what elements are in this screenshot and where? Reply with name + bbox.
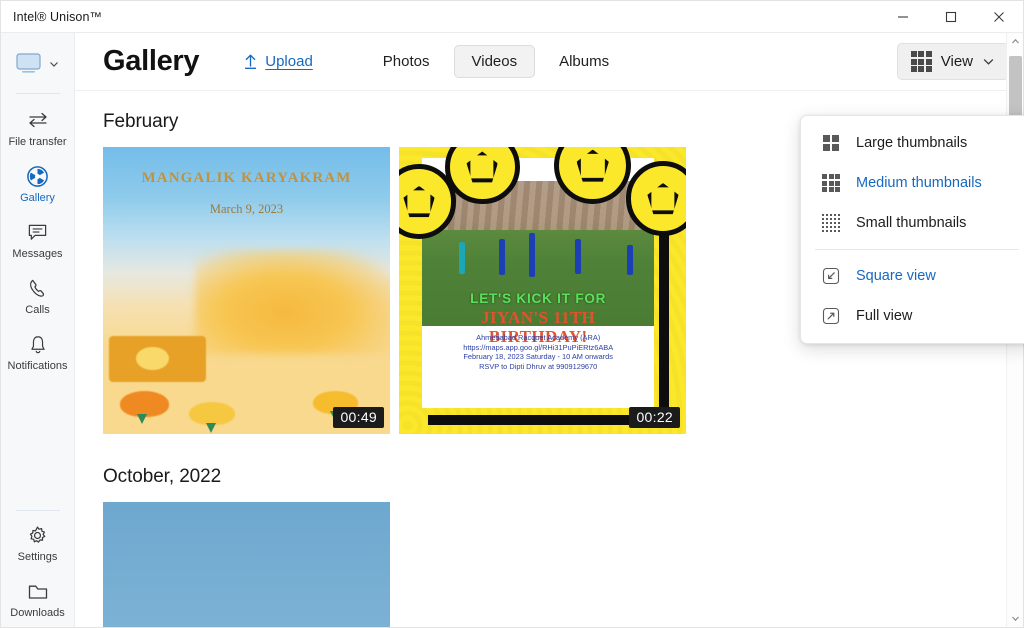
menu-item-medium-thumbnails[interactable]: Medium thumbnails xyxy=(801,163,1024,203)
menu-item-square-view[interactable]: Square view xyxy=(801,256,1024,296)
upload-label: Upload xyxy=(265,53,313,70)
expand-arrow-icon xyxy=(821,306,841,326)
video-thumbnail[interactable] xyxy=(103,502,390,627)
sidebar-item-label: Downloads xyxy=(10,607,65,619)
sidebar-item-file-transfer[interactable]: File transfer xyxy=(1,100,74,156)
maximize-button[interactable] xyxy=(927,1,975,33)
collapse-arrow-icon xyxy=(821,266,841,286)
window-controls xyxy=(879,1,1023,33)
invitation-birthday-line1: JIYAN'S 11TH xyxy=(481,308,596,328)
sidebar-item-label: Calls xyxy=(25,304,50,316)
thumbnail-overlay-title: MANGALIK KARYAKRAM xyxy=(141,169,352,186)
grid-3x3-icon xyxy=(910,51,932,72)
tab-albums[interactable]: Albums xyxy=(541,45,627,78)
upload-icon xyxy=(245,54,257,69)
app-title: Intel® Unison™ xyxy=(13,9,103,24)
page-title: Gallery xyxy=(103,45,200,77)
thumbnail-overlay-date: March 9, 2023 xyxy=(209,201,284,216)
scroll-up-button[interactable] xyxy=(1007,33,1024,50)
sidebar-item-messages[interactable]: Messages xyxy=(1,212,74,268)
sidebar-item-label: File transfer xyxy=(8,136,67,148)
page-header: Gallery Upload Photos Videos Albums View xyxy=(75,33,1023,91)
decorative-player xyxy=(626,244,633,276)
calls-icon xyxy=(27,276,48,300)
sidebar-item-gallery[interactable]: Gallery xyxy=(1,156,74,212)
chevron-down-icon xyxy=(983,59,994,65)
decorative-leaf xyxy=(137,413,148,424)
section-title: October, 2022 xyxy=(103,466,222,487)
decorative-player xyxy=(528,233,535,277)
scroll-down-button[interactable] xyxy=(1007,610,1024,627)
invitation-info: Ahmedabad Racquet Academy (ARA) https://… xyxy=(422,333,654,371)
menu-item-label: Full view xyxy=(856,308,913,324)
sidebar-divider-top xyxy=(15,93,60,94)
sidebar-item-calls[interactable]: Calls xyxy=(1,268,74,324)
menu-item-full-view[interactable]: Full view xyxy=(801,296,1024,336)
tab-videos[interactable]: Videos xyxy=(453,45,536,78)
invitation-info-line3: February 18, 2023 Saturday - 10 AM onwar… xyxy=(463,352,613,362)
chevron-down-icon xyxy=(50,62,58,67)
menu-item-label: Small thumbnails xyxy=(856,215,967,231)
messages-icon xyxy=(27,220,48,244)
thumbnail-grid xyxy=(103,502,1023,627)
sidebar-item-label: Gallery xyxy=(20,192,55,204)
menu-divider xyxy=(815,249,1019,250)
upload-button[interactable]: Upload xyxy=(243,53,313,70)
monitor-icon xyxy=(16,53,41,73)
duration-badge: 00:49 xyxy=(333,407,384,428)
invitation-info-line2: https://maps.app.goo.gl/RHi31PuPiERtz6AB… xyxy=(463,342,614,352)
menu-item-label: Square view xyxy=(856,268,936,284)
sidebar-item-label: Settings xyxy=(17,551,58,563)
video-thumbnail[interactable]: MANGALIK KARYAKRAM March 9, 2023 00:49 xyxy=(103,147,390,434)
menu-item-label: Large thumbnails xyxy=(856,135,968,151)
decorative-bar xyxy=(658,210,669,426)
gallery-icon xyxy=(26,164,49,188)
menu-item-label: Medium thumbnails xyxy=(856,175,982,191)
file-transfer-icon xyxy=(27,108,49,132)
close-button[interactable] xyxy=(975,1,1023,33)
gallery-section-october: October, 2022 xyxy=(103,466,1023,627)
menu-item-large-thumbnails[interactable]: Large thumbnails xyxy=(801,123,1024,163)
title-bar: Intel® Unison™ xyxy=(1,1,1023,33)
menu-item-small-thumbnails[interactable]: Small thumbnails xyxy=(801,203,1024,243)
sidebar-item-downloads[interactable]: Downloads xyxy=(1,571,74,627)
tab-photos[interactable]: Photos xyxy=(365,45,448,78)
gallery-tabs: Photos Videos Albums xyxy=(365,45,627,78)
minimize-button[interactable] xyxy=(879,1,927,33)
decorative-player xyxy=(498,238,505,276)
app-body: File transfer Gallery Messages Calls Not… xyxy=(1,33,1024,627)
view-button-label: View xyxy=(940,53,973,70)
sidebar-item-label: Messages xyxy=(12,248,63,260)
view-dropdown-menu: Large thumbnails Medium thumbnails Small… xyxy=(800,115,1024,344)
device-selector[interactable] xyxy=(1,43,74,85)
decorative-player xyxy=(575,238,582,274)
sidebar-item-label: Notifications xyxy=(7,360,68,372)
sidebar-divider-bottom xyxy=(15,510,60,511)
sidebar: File transfer Gallery Messages Calls Not… xyxy=(1,33,75,627)
notifications-icon xyxy=(28,332,48,356)
grid-5x5-icon xyxy=(821,213,841,233)
video-thumbnail[interactable]: LET'S KICK IT FOR JIYAN'S 11TH BIRTHDAY!… xyxy=(399,147,686,434)
folder-icon xyxy=(27,579,49,603)
invitation-info-line4: RSVP to Dipti Dhruv at 9909129670 xyxy=(479,362,598,372)
decorative-marigold xyxy=(120,390,169,417)
main-panel: Gallery Upload Photos Videos Albums View… xyxy=(75,33,1024,627)
invitation-kick-text: LET'S KICK IT FOR xyxy=(470,290,607,306)
sidebar-item-settings[interactable]: Settings xyxy=(1,515,74,571)
decorative-sofa xyxy=(108,336,207,383)
view-button[interactable]: View xyxy=(896,43,1009,80)
grid-2x2-icon xyxy=(821,133,841,153)
app-window: Intel® Unison™ File transfer Gallery Mes… xyxy=(0,0,1024,628)
sidebar-item-notifications[interactable]: Notifications xyxy=(1,324,74,380)
invitation-card: LET'S KICK IT FOR JIYAN'S 11TH BIRTHDAY!… xyxy=(421,158,655,409)
decorative-cloud xyxy=(194,250,390,354)
grid-3x3-icon xyxy=(821,173,841,193)
duration-badge: 00:22 xyxy=(629,407,680,428)
decorative-leaf xyxy=(206,422,217,433)
decorative-player xyxy=(459,241,466,274)
invitation-info-line1: Ahmedabad Racquet Academy (ARA) xyxy=(476,333,601,343)
gear-icon xyxy=(27,523,48,547)
